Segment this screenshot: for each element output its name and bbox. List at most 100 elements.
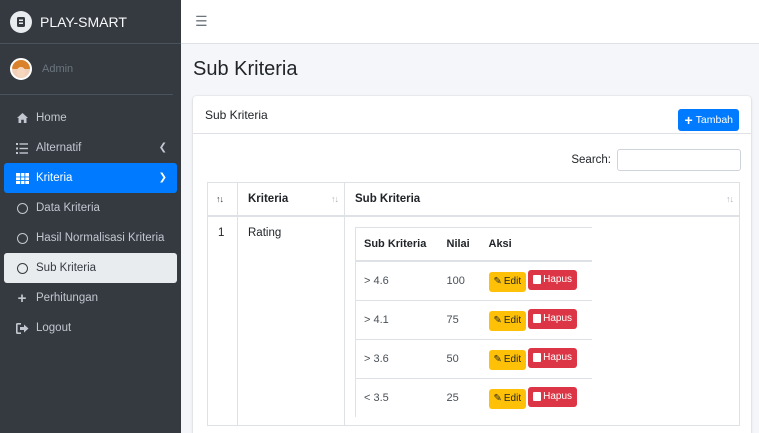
sub-kriteria-table: ↑↓ Kriteria ↑↓ Sub Kriteria ↑↓ 1 Rating [207, 182, 740, 426]
sub-kriteria-nilai: 100 [438, 260, 481, 300]
search-row: Search: [571, 149, 741, 171]
sidebar-item-home[interactable]: Home [4, 103, 177, 133]
avatar [10, 58, 32, 80]
circle-icon [14, 202, 30, 214]
trash-icon [533, 314, 542, 323]
list-icon [14, 142, 30, 154]
add-button-label: Tambah [695, 113, 733, 126]
delete-button[interactable]: Hapus [528, 386, 578, 407]
column-header-sub-kriteria[interactable]: Sub Kriteria ↑↓ [344, 182, 740, 217]
edit-button[interactable]: ✎ Edit [488, 349, 527, 370]
edit-button[interactable]: ✎ Edit [488, 388, 527, 409]
brand-name: PLAY-SMART [40, 13, 127, 30]
nested-row: > 3.6 50 ✎ Edit Hapus [355, 338, 592, 378]
delete-button[interactable]: Hapus [528, 347, 578, 368]
sidebar-item-sub-kriteria[interactable]: Sub Kriteria [4, 253, 177, 283]
sidebar-item-label: Perhitungan [36, 292, 99, 304]
pencil-icon: ✎ [493, 276, 502, 288]
nested-row: > 4.1 75 ✎ Edit Hapus [355, 299, 592, 339]
edit-button-label: Edit [503, 276, 522, 288]
trash-icon [533, 353, 542, 362]
actions-cell: ✎ Edit Hapus [480, 377, 592, 417]
plus-icon: + [17, 289, 27, 307]
sub-kriteria-nilai: 25 [438, 377, 481, 417]
sidebar: PLAY-SMART Admin Home Alternatif ❮ Krite… [0, 0, 181, 433]
card-header: Sub Kriteria + Tambah [193, 96, 751, 134]
actions-cell: ✎ Edit Hapus [480, 338, 592, 378]
column-header-kriteria[interactable]: Kriteria ↑↓ [237, 182, 345, 217]
search-input[interactable] [617, 149, 741, 171]
sidebar-item-label: Sub Kriteria [36, 262, 97, 274]
sidebar-item-hasil-normalisasi-kriteria[interactable]: Hasil Normalisasi Kriteria [4, 223, 177, 253]
circle-icon [14, 232, 30, 244]
sub-kriteria-name: > 4.1 [355, 299, 439, 339]
sidebar-item-label: Kriteria [36, 172, 73, 184]
user-name: Admin [42, 63, 74, 75]
card-title: Sub Kriteria [205, 107, 268, 122]
sub-kriteria-card: Sub Kriteria + Tambah Search: ↑↓ Kriteri… [193, 96, 751, 433]
delete-button[interactable]: Hapus [528, 308, 578, 329]
brand-logo-icon [10, 10, 32, 33]
chevron-left-icon: ❮ [158, 142, 167, 153]
column-header-label: Kriteria [248, 192, 289, 205]
sidebar-item-label: Logout [36, 322, 72, 334]
sub-kriteria-name: > 3.6 [355, 338, 439, 378]
sidebar-item-alternatif[interactable]: Alternatif ❮ [4, 133, 177, 163]
top-navbar: ☰ [181, 0, 759, 44]
menu-toggle-icon[interactable]: ☰ [195, 13, 208, 30]
actions-cell: ✎ Edit Hapus [480, 260, 592, 300]
edit-button-label: Edit [503, 315, 522, 326]
sort-icon: ↑↓ [216, 194, 224, 204]
sort-icon: ↑↓ [331, 194, 339, 204]
row-number: 1 [207, 215, 238, 426]
column-header-number[interactable]: ↑↓ [207, 182, 238, 217]
delete-button[interactable]: Hapus [528, 269, 578, 290]
chevron-down-icon: ❯ [158, 172, 167, 183]
nested-row: < 3.5 25 ✎ Edit Hapus [355, 377, 592, 417]
search-label: Search: [571, 154, 611, 166]
row-sub-kriteria-cell: Sub Kriteria Nilai Aksi > 4.6 100 ✎ Edit… [344, 215, 740, 426]
delete-button-label: Hapus [543, 352, 573, 363]
table-row: 1 Rating Sub Kriteria Nilai Aksi > 4.6 1… [207, 215, 740, 426]
table-header-row: ↑↓ Kriteria ↑↓ Sub Kriteria ↑↓ [207, 182, 740, 217]
sidebar-item-logout[interactable]: Logout [4, 313, 177, 343]
circle-icon [14, 262, 30, 274]
sidebar-item-kriteria[interactable]: Kriteria ❯ [4, 163, 177, 193]
edit-button-label: Edit [503, 393, 522, 405]
plus-icon: + [684, 111, 693, 128]
sidebar-item-perhitungan[interactable]: + Perhitungan [4, 283, 177, 313]
trash-icon [533, 275, 542, 285]
column-header-label: Sub Kriteria [355, 192, 421, 205]
sign-out-icon [14, 322, 30, 334]
table-icon [14, 172, 30, 184]
nested-header-sub-kriteria: Sub Kriteria [355, 226, 439, 262]
brand[interactable]: PLAY-SMART [0, 0, 181, 44]
sub-kriteria-nilai: 75 [438, 299, 481, 339]
nested-row: > 4.6 100 ✎ Edit Hapus [355, 260, 592, 300]
add-button[interactable]: + Tambah [678, 108, 739, 131]
sub-kriteria-name: < 3.5 [355, 377, 439, 417]
sidebar-item-label: Alternatif [36, 142, 82, 154]
table-wrapper: ↑↓ Kriteria ↑↓ Sub Kriteria ↑↓ 1 Rating [207, 182, 740, 426]
sidebar-item-data-kriteria[interactable]: Data Kriteria [4, 193, 177, 223]
sidebar-item-label: Home [36, 112, 67, 124]
edit-button-label: Edit [503, 354, 522, 365]
actions-cell: ✎ Edit Hapus [480, 299, 592, 339]
sort-icon: ↑↓ [726, 194, 734, 204]
edit-button[interactable]: ✎ Edit [488, 271, 527, 292]
delete-button-label: Hapus [543, 313, 573, 324]
nested-header-nilai: Nilai [438, 226, 481, 262]
delete-button-label: Hapus [543, 274, 573, 286]
nested-header-aksi: Aksi [480, 226, 592, 262]
pencil-icon: ✎ [493, 315, 502, 326]
sidebar-item-label: Hasil Normalisasi Kriteria [36, 232, 165, 244]
pencil-icon: ✎ [493, 354, 502, 365]
nested-sub-table: Sub Kriteria Nilai Aksi > 4.6 100 ✎ Edit… [355, 226, 592, 417]
sidebar-item-label: Data Kriteria [36, 202, 100, 214]
sub-kriteria-nilai: 50 [438, 338, 481, 378]
user-panel[interactable]: Admin [0, 44, 173, 95]
row-kriteria: Rating [237, 215, 345, 426]
trash-icon [533, 392, 542, 402]
edit-button[interactable]: ✎ Edit [488, 310, 527, 331]
sub-kriteria-name: > 4.6 [355, 260, 439, 300]
